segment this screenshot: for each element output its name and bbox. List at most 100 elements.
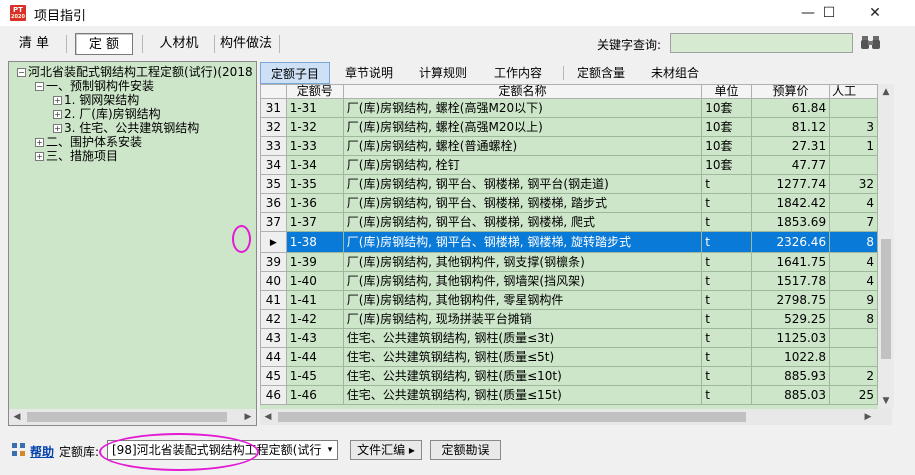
tab-work-content[interactable]: 工作内容	[487, 62, 549, 84]
price-cell[interactable]: 47.77	[750, 155, 831, 175]
price-cell[interactable]: 1125.03	[750, 328, 831, 348]
labor-cell[interactable]: 1	[829, 136, 878, 156]
row-number-cell[interactable]: 43	[260, 328, 287, 348]
name-cell[interactable]: 厂(库)房钢结构, 其他钢构件, 零星钢构件	[342, 290, 703, 310]
scroll-left-icon[interactable]: ◀	[260, 409, 276, 425]
column-header-name[interactable]: 定额名称	[342, 84, 703, 99]
price-cell[interactable]: 885.03	[750, 385, 831, 405]
scrollbar-thumb[interactable]	[881, 239, 891, 359]
table-row[interactable]: 36 1-36 厂(库)房钢结构, 钢平台、钢楼梯, 钢楼梯, 踏步式 t 1842.4…	[260, 193, 878, 213]
row-number-cell[interactable]: ▶	[260, 231, 287, 253]
tab-calc-rules[interactable]: 计算规则	[412, 62, 474, 84]
maximize-button[interactable]: ☐	[806, 0, 852, 26]
labor-cell[interactable]: 9	[829, 290, 878, 310]
scroll-right-icon[interactable]: ▶	[860, 409, 876, 425]
row-number-cell[interactable]: 32	[260, 117, 287, 137]
unit-cell[interactable]: 10套	[701, 155, 752, 175]
labor-cell[interactable]	[829, 155, 878, 175]
code-cell[interactable]: 1-35	[285, 174, 344, 194]
code-cell[interactable]: 1-42	[285, 309, 344, 329]
price-cell[interactable]: 1842.42	[750, 193, 831, 213]
code-cell[interactable]: 1-32	[285, 117, 344, 137]
unit-cell[interactable]: t	[701, 252, 752, 272]
row-number-cell[interactable]: 36	[260, 193, 287, 213]
name-cell[interactable]: 住宅、公共建筑钢结构, 钢柱(质量≤15t)	[342, 385, 703, 405]
scroll-right-icon[interactable]: ▶	[240, 409, 256, 425]
tree-node-root[interactable]: − 河北省装配式钢结构工程定额(试行)(2018	[17, 65, 253, 79]
tab-quota-items[interactable]: 定额子目	[260, 62, 330, 84]
collapse-icon[interactable]: −	[35, 82, 44, 91]
table-row[interactable]: 46 1-46 住宅、公共建筑钢结构, 钢柱(质量≤15t) t 885.03 25	[260, 385, 878, 405]
row-number-cell[interactable]: 39	[260, 252, 287, 272]
labor-cell[interactable]	[829, 328, 878, 348]
unit-cell[interactable]: 10套	[701, 117, 752, 137]
table-row[interactable]: 45 1-45 住宅、公共建筑钢结构, 钢柱(质量≤10t) t 885.93 2	[260, 366, 878, 386]
labor-cell[interactable]: 7	[829, 212, 878, 232]
unit-cell[interactable]: t	[701, 347, 752, 367]
price-cell[interactable]: 81.12	[750, 117, 831, 137]
table-row[interactable]: 40 1-40 厂(库)房钢结构, 其他钢构件, 钢墙架(挡风架) t 1517.78 4	[260, 271, 878, 291]
expand-icon[interactable]: +	[53, 96, 62, 105]
name-cell[interactable]: 厂(库)房钢结构, 钢平台、钢楼梯, 钢楼梯, 旋转踏步式	[342, 231, 703, 253]
tab-bill-button[interactable]: 清 单	[8, 33, 60, 55]
tree-node-steel-grid[interactable]: +1. 钢网架结构	[53, 93, 139, 107]
unit-cell[interactable]: t	[701, 328, 752, 348]
name-cell[interactable]: 厂(库)房钢结构, 螺栓(高强M20以上)	[342, 117, 703, 137]
labor-cell[interactable]: 2	[829, 366, 878, 386]
tab-unpriced-material[interactable]: 未材组合	[644, 62, 706, 84]
expand-icon[interactable]: +	[53, 110, 62, 119]
name-cell[interactable]: 厂(库)房钢结构, 栓钉	[342, 155, 703, 175]
labor-cell[interactable]	[829, 347, 878, 367]
unit-cell[interactable]: t	[701, 366, 752, 386]
column-header-unit[interactable]: 单位	[701, 84, 752, 99]
table-row[interactable]: 34 1-34 厂(库)房钢结构, 栓钉 10套 47.77	[260, 155, 878, 175]
unit-cell[interactable]: t	[701, 212, 752, 232]
table-row[interactable]: 32 1-32 厂(库)房钢结构, 螺栓(高强M20以上) 10套 81.12 3	[260, 117, 878, 137]
row-number-cell[interactable]: 46	[260, 385, 287, 405]
labor-cell[interactable]: 4	[829, 271, 878, 291]
table-row[interactable]: ▶ 1-38 厂(库)房钢结构, 钢平台、钢楼梯, 钢楼梯, 旋转踏步式 t 2326.…	[260, 231, 878, 253]
table-row[interactable]: 41 1-41 厂(库)房钢结构, 其他钢构件, 零星钢构件 t 2798.75 9	[260, 290, 878, 310]
row-number-cell[interactable]: 40	[260, 271, 287, 291]
unit-cell[interactable]: t	[701, 193, 752, 213]
expand-icon[interactable]: +	[53, 124, 62, 133]
labor-cell[interactable]: 8	[829, 309, 878, 329]
name-cell[interactable]: 住宅、公共建筑钢结构, 钢柱(质量≤10t)	[342, 366, 703, 386]
code-cell[interactable]: 1-31	[285, 98, 344, 118]
labor-cell[interactable]: 4	[829, 252, 878, 272]
close-button[interactable]: ✕	[852, 0, 898, 26]
row-number-cell[interactable]: 37	[260, 212, 287, 232]
library-select[interactable]: [98]河北省装配式钢结构工程定额(试行 ▾	[107, 440, 338, 460]
price-cell[interactable]: 2326.46	[750, 231, 831, 253]
file-compilation-button[interactable]: 文件汇编 ▸	[350, 440, 422, 460]
row-number-cell[interactable]: 33	[260, 136, 287, 156]
code-cell[interactable]: 1-46	[285, 385, 344, 405]
name-cell[interactable]: 厂(库)房钢结构, 钢平台、钢楼梯, 钢平台(钢走道)	[342, 174, 703, 194]
unit-cell[interactable]: t	[701, 385, 752, 405]
table-row[interactable]: 33 1-33 厂(库)房钢结构, 螺栓(普通螺栓) 10套 27.31 1	[260, 136, 878, 156]
labor-cell[interactable]: 3	[829, 117, 878, 137]
code-cell[interactable]: 1-44	[285, 347, 344, 367]
tab-quota-content[interactable]: 定额含量	[570, 62, 632, 84]
code-cell[interactable]: 1-39	[285, 252, 344, 272]
code-cell[interactable]: 1-41	[285, 290, 344, 310]
scrollbar-thumb[interactable]	[278, 412, 746, 422]
price-cell[interactable]: 1641.75	[750, 252, 831, 272]
labor-cell[interactable]: 32	[829, 174, 878, 194]
row-number-cell[interactable]: 35	[260, 174, 287, 194]
unit-cell[interactable]: t	[701, 309, 752, 329]
row-number-cell[interactable]: 34	[260, 155, 287, 175]
name-cell[interactable]: 住宅、公共建筑钢结构, 钢柱(质量≤3t)	[342, 328, 703, 348]
collapse-icon[interactable]: −	[17, 68, 26, 77]
unit-cell[interactable]: t	[701, 174, 752, 194]
help-link[interactable]: 帮助	[30, 443, 54, 460]
row-number-cell[interactable]: 44	[260, 347, 287, 367]
tree-node-measures[interactable]: + 三、措施项目	[35, 149, 118, 163]
unit-cell[interactable]: t	[701, 271, 752, 291]
table-vertical-scrollbar[interactable]: ▲ ▼	[878, 84, 894, 409]
unit-cell[interactable]: 10套	[701, 136, 752, 156]
row-number-cell[interactable]: 45	[260, 366, 287, 386]
name-cell[interactable]: 厂(库)房钢结构, 螺栓(普通螺栓)	[342, 136, 703, 156]
column-header-code[interactable]: 定额号	[285, 84, 344, 99]
quota-errata-button[interactable]: 定额勘误	[430, 440, 501, 460]
